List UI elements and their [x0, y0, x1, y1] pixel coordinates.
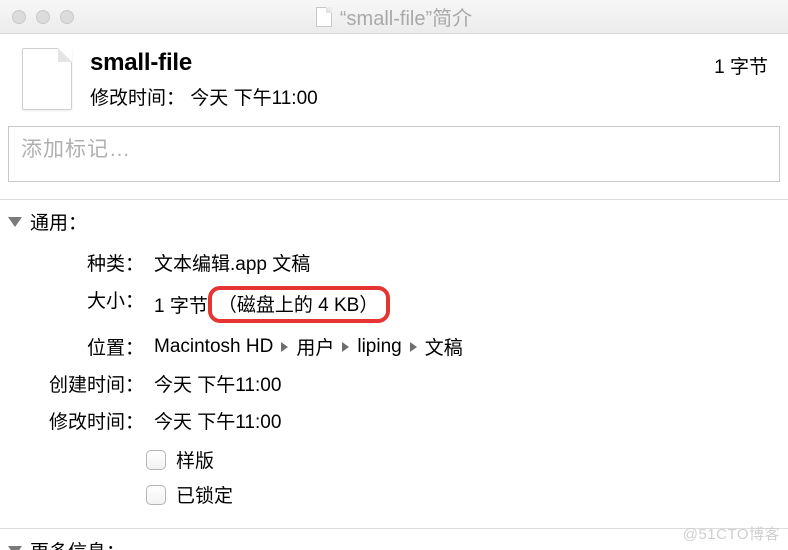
modified-value: 今天 下午11:00 — [154, 407, 768, 434]
watermark: @51CTO博客 — [683, 523, 780, 544]
chevron-right-icon — [410, 342, 417, 352]
where-path: Macintosh HD 用户 liping 文稿 — [154, 333, 768, 360]
tags-input[interactable] — [8, 126, 780, 182]
stationery-label: 样版 — [176, 446, 214, 473]
size-label: 大小： — [20, 286, 144, 313]
modified-label: 修改时间： — [90, 88, 185, 109]
disclosure-triangle-icon[interactable] — [8, 217, 22, 227]
zoom-icon[interactable] — [60, 10, 74, 24]
size-value: 1 字节 — [154, 291, 208, 318]
modified-value: 今天 下午11:00 — [190, 88, 317, 109]
section-more-header[interactable]: 更多信息： — [0, 529, 788, 550]
chevron-right-icon — [281, 342, 288, 352]
kind-value: 文本编辑.app 文稿 — [154, 249, 768, 276]
section-general-label: 通用： — [30, 208, 87, 235]
file-header: small-file 修改时间： 今天 下午11:00 1 字节 — [0, 34, 788, 126]
modified-label: 修改时间： — [20, 407, 144, 434]
locked-checkbox[interactable] — [146, 485, 166, 505]
file-header-text: small-file 修改时间： 今天 下午11:00 — [90, 49, 696, 110]
window-controls — [12, 10, 74, 24]
path-segment: liping — [357, 336, 401, 358]
close-icon[interactable] — [12, 10, 26, 24]
general-checkboxes: 样版 已锁定 — [0, 440, 788, 526]
stationery-checkbox[interactable] — [146, 450, 166, 470]
path-segment: Macintosh HD — [154, 336, 273, 358]
get-info-window: “small-file”简介 small-file 修改时间： 今天 下午11:… — [0, 0, 788, 550]
where-label: 位置： — [20, 333, 144, 360]
titlebar: “small-file”简介 — [0, 0, 788, 34]
document-icon — [316, 7, 332, 27]
minimize-icon[interactable] — [36, 10, 50, 24]
created-label: 创建时间： — [20, 370, 144, 397]
titlebar-title-group: “small-file”简介 — [316, 2, 472, 31]
general-details: 种类： 文本编辑.app 文稿 大小： 1 字节 （磁盘上的 4 KB） 位置：… — [0, 241, 788, 440]
file-modified-line: 修改时间： 今天 下午11:00 — [90, 83, 696, 110]
size-value-row: 1 字节 （磁盘上的 4 KB） — [154, 286, 768, 323]
section-more-label: 更多信息： — [30, 537, 125, 550]
file-size-summary: 1 字节 — [714, 52, 768, 79]
file-name: small-file — [90, 49, 696, 77]
created-value: 今天 下午11:00 — [154, 370, 768, 397]
size-on-disk-highlight: （磁盘上的 4 KB） — [208, 286, 390, 323]
path-segment: 文稿 — [425, 333, 463, 360]
stationery-row: 样版 — [146, 446, 788, 473]
window-title: “small-file”简介 — [340, 2, 472, 31]
disclosure-triangle-icon[interactable] — [8, 546, 22, 550]
locked-label: 已锁定 — [176, 481, 233, 508]
chevron-right-icon — [342, 342, 349, 352]
section-general-header[interactable]: 通用： — [0, 200, 788, 241]
kind-label: 种类： — [20, 249, 144, 276]
document-icon — [22, 48, 72, 110]
path-segment: 用户 — [296, 333, 334, 360]
tags-field-wrap — [0, 126, 788, 197]
locked-row: 已锁定 — [146, 481, 788, 508]
